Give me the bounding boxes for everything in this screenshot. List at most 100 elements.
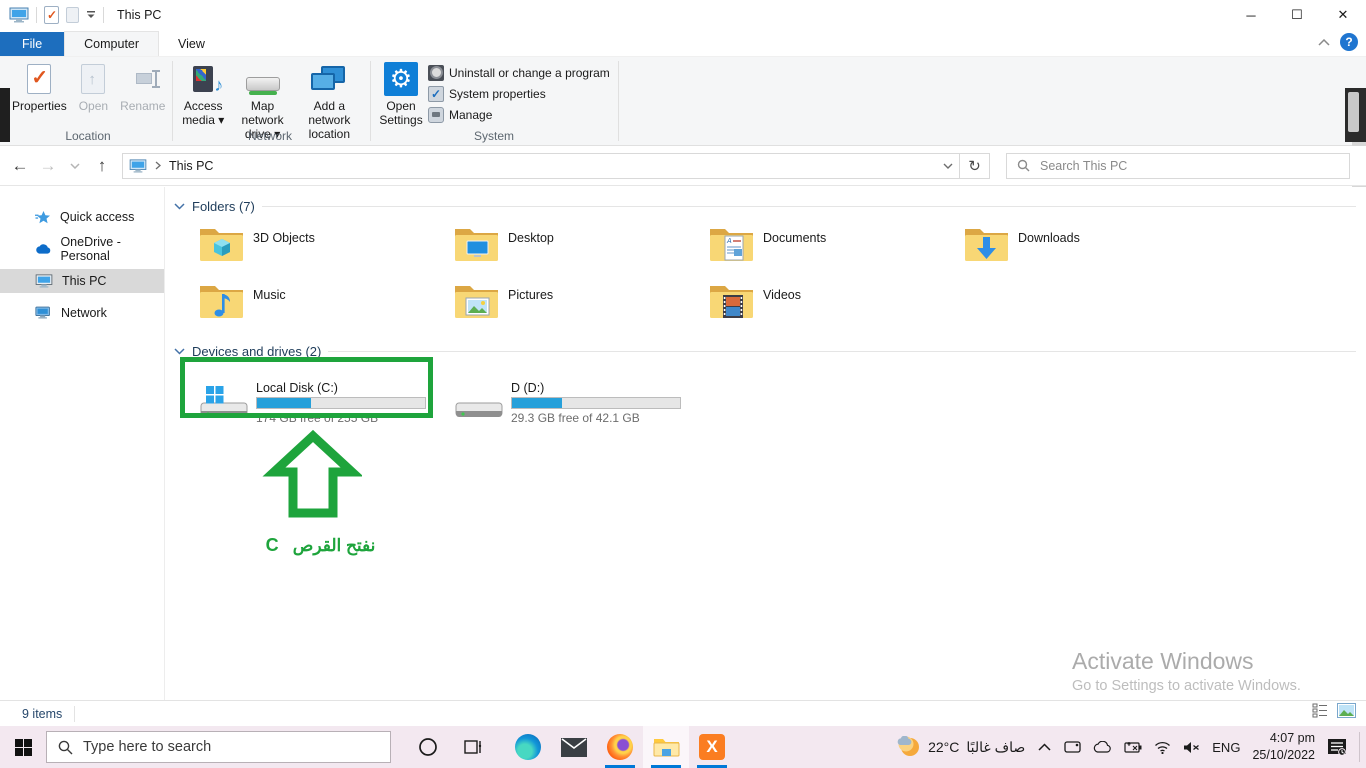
- group-label-system: System: [374, 129, 614, 143]
- this-pc-icon: [129, 159, 147, 173]
- section-collapse-chevron-icon[interactable]: [174, 203, 185, 210]
- onedrive-tray-icon[interactable]: [1093, 741, 1112, 753]
- sidebar-item-this-pc[interactable]: This PC: [0, 269, 164, 293]
- ribbon-group-network: ♪ Access media ▾ Map network drive ▾ Add…: [174, 57, 366, 145]
- taskbar-weather-widget[interactable]: 22°C صاف غالبًا: [897, 736, 1025, 758]
- status-bar: 9 items: [0, 700, 1366, 726]
- qat-properties-icon[interactable]: ✓: [44, 6, 59, 24]
- open-button[interactable]: ↑ Open: [73, 57, 114, 114]
- desktop-edge-right: [1345, 88, 1366, 142]
- network-icon: [35, 306, 52, 320]
- folder-tile-music[interactable]: Music: [198, 277, 453, 334]
- clock-time: 4:07 pm: [1252, 730, 1315, 747]
- search-placeholder: Search This PC: [1040, 159, 1127, 173]
- ribbon-group-system: ⚙ Open Settings Uninstall or change a pr…: [374, 57, 614, 145]
- taskbar-edge-button[interactable]: [505, 726, 551, 768]
- divider: [262, 206, 1356, 207]
- weather-moon-cloud-icon: [897, 736, 921, 758]
- search-input[interactable]: Search This PC: [1006, 153, 1350, 179]
- system-properties-icon: [428, 86, 444, 102]
- desktop-screen: ✓ This PC ─ ☐ ✕ File Computer View ? ✓: [0, 0, 1366, 768]
- annotation-highlight-box: [180, 357, 433, 418]
- language-indicator[interactable]: ENG: [1212, 740, 1240, 755]
- help-button[interactable]: ?: [1340, 33, 1358, 51]
- folder-downloads-icon: [963, 223, 1010, 263]
- cortana-button[interactable]: [405, 726, 451, 768]
- folder-tile-videos[interactable]: Videos: [708, 277, 963, 334]
- thumbnail-view-button[interactable]: [1337, 703, 1356, 718]
- qat-customize-chevron-icon[interactable]: [86, 11, 96, 19]
- ribbon: ✓ Properties ↑ Open Rename Location ♪: [0, 57, 1366, 146]
- drive-d-icon: [453, 381, 505, 425]
- details-view-button[interactable]: [1312, 703, 1329, 718]
- tray-overflow-chevron-icon[interactable]: [1038, 743, 1051, 751]
- clock-date: 25/10/2022: [1252, 747, 1315, 764]
- scrollbar-thumb[interactable]: [1348, 92, 1359, 132]
- taskbar-xampp-button[interactable]: X: [689, 726, 735, 768]
- up-button[interactable]: ↑: [88, 156, 116, 176]
- properties-icon: ✓: [27, 61, 51, 97]
- divider: [103, 7, 104, 23]
- folder-tile-3d-objects[interactable]: 3D Objects: [198, 220, 453, 277]
- rename-icon: [128, 61, 158, 97]
- sidebar-item-network[interactable]: Network: [0, 301, 164, 325]
- tab-view[interactable]: View: [159, 32, 224, 56]
- maximize-button[interactable]: ☐: [1274, 0, 1320, 30]
- taskbar-mail-button[interactable]: [551, 726, 597, 768]
- drive-free-space: 29.3 GB free of 42.1 GB: [511, 411, 681, 425]
- minimize-button[interactable]: ─: [1228, 0, 1274, 30]
- battery-icon[interactable]: [1124, 741, 1142, 754]
- section-title: Folders (7): [192, 199, 255, 214]
- tab-computer[interactable]: Computer: [64, 31, 159, 56]
- folder-tile-documents[interactable]: A Documents: [708, 220, 963, 277]
- windows-logo-icon: [15, 739, 32, 756]
- address-bar[interactable]: This PC: [122, 153, 960, 179]
- recent-locations-chevron-icon[interactable]: [70, 163, 80, 169]
- taskbar-file-explorer-button[interactable]: [643, 726, 689, 768]
- wireless-display-icon[interactable]: [1064, 740, 1081, 754]
- show-desktop-button[interactable]: [1359, 732, 1360, 762]
- folder-tile-desktop[interactable]: Desktop: [453, 220, 708, 277]
- sidebar-item-quick-access[interactable]: Quick access: [0, 205, 164, 229]
- back-button[interactable]: ←: [6, 156, 34, 176]
- folder-tile-downloads[interactable]: Downloads: [963, 220, 1218, 277]
- sidebar-item-onedrive[interactable]: OneDrive - Personal: [0, 237, 164, 261]
- rename-button[interactable]: Rename: [114, 57, 171, 114]
- folder-tile-pictures[interactable]: Pictures: [453, 277, 708, 334]
- taskbar-firefox-button[interactable]: [597, 726, 643, 768]
- wifi-icon[interactable]: [1154, 741, 1171, 754]
- tab-file[interactable]: File: [0, 32, 64, 56]
- open-settings-button[interactable]: ⚙ Open Settings: [374, 57, 428, 128]
- section-collapse-chevron-icon[interactable]: [174, 348, 185, 355]
- drive-tile-d[interactable]: D (D:) 29.3 GB free of 42.1 GB: [453, 367, 708, 425]
- volume-muted-icon[interactable]: [1183, 741, 1200, 754]
- task-view-button[interactable]: [451, 726, 497, 768]
- system-properties-button[interactable]: System properties: [428, 83, 610, 104]
- network-monitors-icon: [311, 61, 347, 97]
- manage-button[interactable]: Manage: [428, 104, 610, 125]
- refresh-button[interactable]: ↻: [960, 153, 990, 179]
- section-folders[interactable]: Folders (7): [174, 199, 1356, 214]
- address-dropdown-chevron-icon[interactable]: [943, 163, 953, 169]
- svg-text:A: A: [726, 238, 732, 245]
- start-button[interactable]: [0, 726, 46, 768]
- drive-usage-bar: [511, 397, 681, 409]
- mail-icon: [561, 738, 587, 757]
- group-label-network: Network: [174, 129, 366, 143]
- divider: [370, 61, 371, 141]
- navigation-bar: ← → ↑ This PC ↻ Search This PC: [0, 146, 1366, 186]
- close-button[interactable]: ✕: [1320, 0, 1366, 30]
- uninstall-icon: [428, 65, 444, 81]
- clock[interactable]: 4:07 pm 25/10/2022: [1252, 730, 1315, 764]
- this-pc-icon: [9, 7, 29, 23]
- forward-button[interactable]: →: [34, 156, 62, 176]
- uninstall-program-button[interactable]: Uninstall or change a program: [428, 62, 610, 83]
- breadcrumb[interactable]: This PC: [169, 159, 213, 173]
- properties-button[interactable]: ✓ Properties: [6, 57, 73, 114]
- taskbar-search-input[interactable]: Type here to search: [46, 731, 391, 763]
- taskbar-search-placeholder: Type here to search: [83, 739, 211, 755]
- desktop-edge-left: [0, 88, 10, 142]
- collapse-ribbon-icon[interactable]: [1318, 39, 1330, 46]
- qat-newfolder-icon[interactable]: [66, 7, 79, 23]
- action-center-icon[interactable]: [1327, 738, 1347, 757]
